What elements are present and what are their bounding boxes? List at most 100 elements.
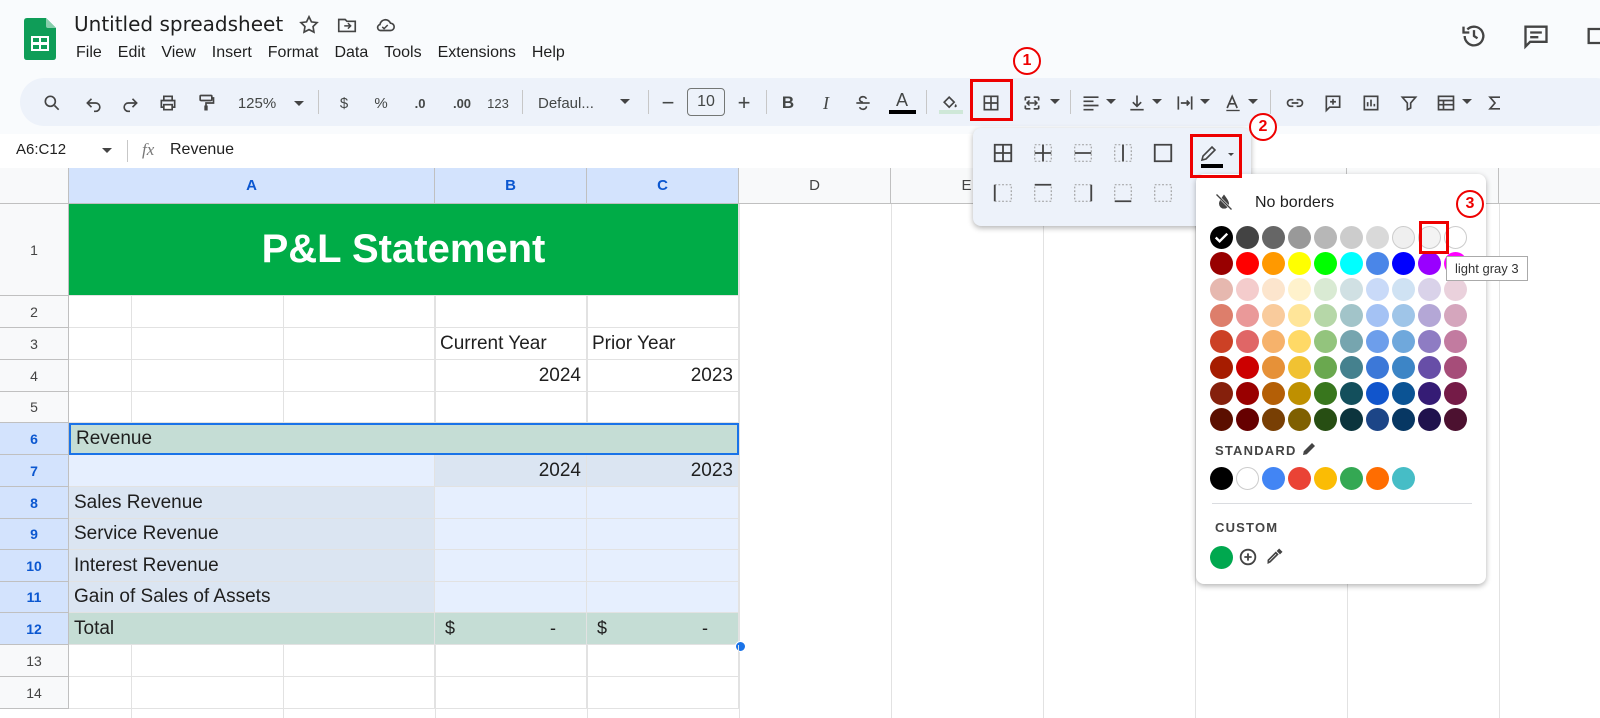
color-swatch-4-6[interactable] (1366, 330, 1389, 353)
color-swatch-5-1[interactable] (1236, 356, 1259, 379)
zoom-select[interactable]: 125% (232, 90, 282, 116)
cell-a4[interactable] (69, 360, 435, 392)
currency-format-button[interactable]: $ (334, 90, 354, 116)
row-header-13[interactable]: 13 (0, 645, 69, 677)
cell-b5[interactable] (435, 392, 587, 423)
color-swatch-6-8[interactable] (1418, 382, 1441, 405)
color-swatch-7-1[interactable] (1236, 408, 1259, 431)
color-swatch-3-8[interactable] (1418, 304, 1441, 327)
cell-b13[interactable] (435, 645, 587, 677)
cloud-status-icon[interactable] (374, 14, 396, 36)
color-swatch-4-8[interactable] (1418, 330, 1441, 353)
color-swatch-2-6[interactable] (1366, 278, 1389, 301)
version-history-icon[interactable] (1460, 22, 1488, 50)
color-swatch-4-7[interactable] (1392, 330, 1415, 353)
cell-c2[interactable] (587, 296, 739, 328)
move-folder-icon[interactable] (336, 14, 358, 36)
left-border-icon[interactable] (992, 182, 1014, 204)
rotation-dropdown-icon[interactable] (1246, 96, 1260, 108)
cell-c4[interactable]: 2023 (587, 360, 739, 392)
color-swatch-1-4[interactable] (1314, 252, 1337, 275)
outer-borders-icon[interactable] (1152, 142, 1174, 164)
row-header-3[interactable]: 3 (0, 328, 69, 360)
color-swatch-2-7[interactable] (1392, 278, 1415, 301)
color-swatch-1-7[interactable] (1392, 252, 1415, 275)
cell-a11[interactable]: Gain of Sales of Assets (69, 582, 435, 613)
sheets-logo-icon[interactable] (24, 18, 56, 60)
color-swatch-5-9[interactable] (1444, 356, 1467, 379)
color-swatch-7-3[interactable] (1288, 408, 1311, 431)
cell-a3[interactable] (69, 328, 435, 360)
color-swatch-6-2[interactable] (1262, 382, 1285, 405)
standard-swatch-5[interactable] (1340, 467, 1363, 490)
color-swatch-6-1[interactable] (1236, 382, 1259, 405)
menu-view[interactable]: View (161, 44, 195, 62)
merge-cells-icon[interactable] (1020, 90, 1044, 116)
color-swatch-1-0[interactable] (1210, 252, 1233, 275)
font-dropdown-icon[interactable] (618, 96, 632, 108)
color-swatch-2-9[interactable] (1444, 278, 1467, 301)
cell-b4[interactable]: 2024 (435, 360, 587, 392)
formula-input[interactable]: Revenue (170, 141, 234, 159)
color-swatch-1-2[interactable] (1262, 252, 1285, 275)
no-borders-option[interactable]: No borders (1255, 194, 1334, 212)
zoom-dropdown-icon[interactable] (292, 98, 306, 110)
filter-icon[interactable] (1398, 90, 1420, 116)
cell-a8[interactable]: Sales Revenue (69, 487, 435, 519)
color-swatch-4-1[interactable] (1236, 330, 1259, 353)
increase-font-size-button[interactable]: + (734, 90, 754, 116)
cell-b8[interactable] (435, 487, 587, 519)
vertical-align-icon[interactable] (1126, 90, 1148, 116)
filter-views-dropdown-icon[interactable] (1460, 96, 1474, 108)
column-header-a[interactable]: A (69, 168, 435, 204)
color-swatch-3-7[interactable] (1392, 304, 1415, 327)
document-title[interactable]: Untitled spreadsheet (74, 12, 283, 36)
percent-format-button[interactable]: % (370, 90, 392, 116)
color-swatch-7-8[interactable] (1418, 408, 1441, 431)
cell-a2[interactable] (69, 296, 435, 328)
horizontal-borders-icon[interactable] (1072, 142, 1094, 164)
standard-swatch-3[interactable] (1288, 467, 1311, 490)
cell-c10[interactable] (587, 550, 739, 582)
font-size-input[interactable]: 10 (687, 88, 725, 116)
strikethrough-icon[interactable] (852, 90, 874, 116)
valign-dropdown-icon[interactable] (1150, 96, 1164, 108)
cell-b2[interactable] (435, 296, 587, 328)
color-swatch-4-3[interactable] (1288, 330, 1311, 353)
color-swatch-7-0[interactable] (1210, 408, 1233, 431)
color-swatch-5-2[interactable] (1262, 356, 1285, 379)
menu-help[interactable]: Help (532, 44, 565, 62)
color-swatch-4-9[interactable] (1444, 330, 1467, 353)
undo-icon[interactable] (82, 90, 106, 116)
menu-data[interactable]: Data (334, 44, 368, 62)
cell-c11[interactable] (587, 582, 739, 613)
text-wrapping-icon[interactable] (1174, 90, 1196, 116)
cell-b10[interactable] (435, 550, 587, 582)
font-family-select[interactable]: Defaul... (538, 90, 608, 116)
custom-swatch-0[interactable] (1210, 546, 1233, 569)
inner-borders-icon[interactable] (1032, 142, 1054, 164)
color-swatch-0-5[interactable] (1340, 226, 1363, 249)
color-swatch-1-6[interactable] (1366, 252, 1389, 275)
italic-button[interactable]: I (816, 90, 836, 116)
color-swatch-3-2[interactable] (1262, 304, 1285, 327)
color-swatch-7-5[interactable] (1340, 408, 1363, 431)
right-border-icon[interactable] (1072, 182, 1094, 204)
star-icon[interactable] (298, 14, 320, 36)
color-swatch-7-4[interactable] (1314, 408, 1337, 431)
cell-c13[interactable] (587, 645, 739, 677)
standard-swatch-1[interactable] (1236, 467, 1259, 490)
color-swatch-2-5[interactable] (1340, 278, 1363, 301)
row-header-10[interactable]: 10 (0, 550, 69, 582)
color-swatch-0-7[interactable] (1392, 226, 1415, 249)
redo-icon[interactable] (118, 90, 142, 116)
color-swatch-3-6[interactable] (1366, 304, 1389, 327)
menu-insert[interactable]: Insert (212, 44, 252, 62)
text-rotation-icon[interactable] (1222, 90, 1244, 116)
cell-a5[interactable] (69, 392, 435, 423)
cell-a14[interactable] (69, 677, 435, 709)
color-swatch-5-3[interactable] (1288, 356, 1311, 379)
standard-swatch-0[interactable] (1210, 467, 1233, 490)
color-swatch-6-7[interactable] (1392, 382, 1415, 405)
menu-tools[interactable]: Tools (384, 44, 421, 62)
